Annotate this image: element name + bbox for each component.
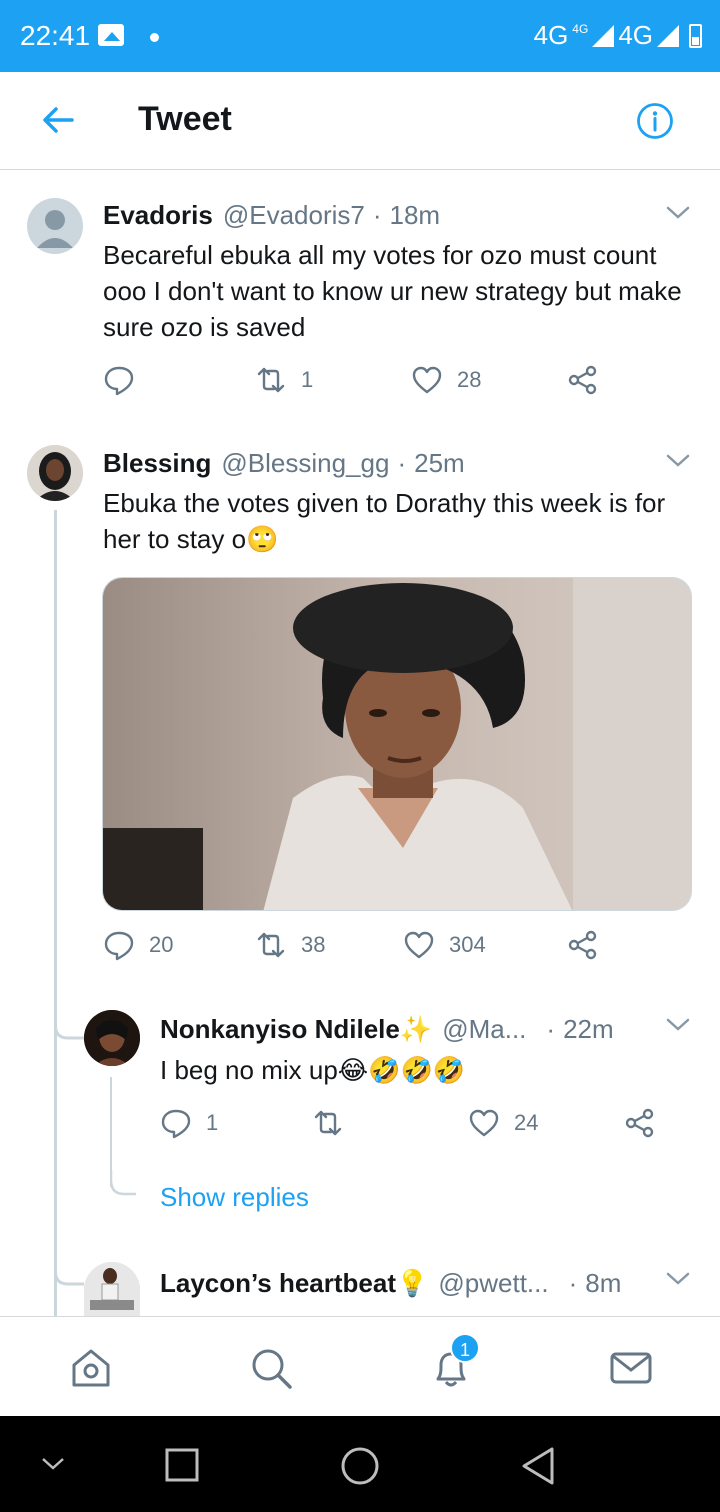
battery-icon xyxy=(689,23,702,48)
heart-icon xyxy=(404,931,434,959)
tweet-actions: 1 24 xyxy=(160,1107,660,1143)
tweet-actions: 1 28 xyxy=(103,364,623,400)
avatar-laycons-heartbeat[interactable] xyxy=(84,1262,140,1316)
display-name[interactable]: Blessing xyxy=(103,448,211,479)
avatar-evadoris[interactable] xyxy=(27,198,83,254)
profile-photo xyxy=(84,1262,140,1316)
network-indicators: 4G 4G 4G xyxy=(534,20,702,51)
tweet-time: 8m xyxy=(585,1268,622,1298)
chevron-down-icon[interactable] xyxy=(666,1272,690,1286)
like-button[interactable]: 304 xyxy=(403,929,486,961)
heart-icon xyxy=(412,366,442,394)
user-handle: @Ma... xyxy=(442,1014,527,1044)
reply-count: 1 xyxy=(206,1110,219,1135)
tweet-media-image[interactable] xyxy=(102,577,692,911)
user-handle: @Evadoris7 xyxy=(222,200,365,230)
display-name[interactable]: Evadoris xyxy=(103,200,213,231)
share-button[interactable] xyxy=(567,364,599,396)
share-icon xyxy=(625,1108,654,1138)
avatar-nonkanyiso[interactable] xyxy=(84,1010,140,1066)
like-count: 304 xyxy=(449,932,486,957)
show-replies-link[interactable]: Show replies xyxy=(160,1182,309,1213)
profile-photo xyxy=(27,445,83,501)
tweet-text: I beg no mix up😂🤣🤣🤣 xyxy=(160,1055,466,1085)
retweet-icon xyxy=(257,932,285,958)
like-button[interactable]: 28 xyxy=(411,364,481,396)
retweet-count: 1 xyxy=(301,367,314,392)
retweet-icon xyxy=(314,1110,342,1136)
tweet-actions: 20 38 304 xyxy=(103,929,623,965)
bottom-navigation: 1 xyxy=(0,1316,720,1416)
gallery-notification-icon xyxy=(98,24,124,46)
separator: · xyxy=(372,200,382,230)
reply-icon xyxy=(104,931,134,961)
chevron-down-icon[interactable] xyxy=(666,1018,690,1032)
tweet-meta: Laycon’s heartbeat💡 @pwett... · 8m xyxy=(160,1268,621,1299)
display-name[interactable]: Laycon’s heartbeat💡 xyxy=(160,1268,428,1299)
home-circle-icon[interactable] xyxy=(340,1446,380,1486)
like-button[interactable]: 24 xyxy=(468,1107,538,1139)
tweet-meta: Blessing @Blessing_gg · 25m xyxy=(103,448,465,479)
user-handle: @pwett... xyxy=(438,1268,549,1298)
notification-badge: 1 xyxy=(450,1333,480,1363)
retweet-button[interactable] xyxy=(312,1107,344,1139)
status-time: 22:41 xyxy=(20,20,91,51)
tweet-time: 22m xyxy=(563,1014,614,1044)
tweet-time: 25m xyxy=(414,448,465,478)
like-count: 28 xyxy=(457,367,482,392)
system-navigation-bar xyxy=(0,1416,720,1512)
thread-line xyxy=(54,510,57,1316)
back-arrow-icon[interactable] xyxy=(38,100,78,140)
profile-photo xyxy=(84,1010,140,1066)
share-icon xyxy=(568,365,597,395)
sub-thread-connector xyxy=(110,1170,136,1196)
page-title: Tweet xyxy=(138,100,232,138)
tweet-header: Tweet xyxy=(0,72,720,170)
chevron-down-icon[interactable] xyxy=(666,454,690,468)
info-icon[interactable] xyxy=(636,102,674,140)
network-label-2: 4G xyxy=(618,20,653,50)
default-avatar-icon xyxy=(37,210,73,248)
share-button[interactable] xyxy=(567,929,599,961)
heart-icon xyxy=(469,1109,499,1137)
tweet-text: Ebuka the votes given to Dorathy this we… xyxy=(103,488,666,554)
status-bar: 22:41 4G 4G 4G xyxy=(0,0,720,72)
network-sup-label: 4G xyxy=(572,21,589,36)
reply-button[interactable]: 20 xyxy=(103,929,173,961)
tweet-meta: Nonkanyiso Ndilele✨ @Ma... · 22m xyxy=(160,1014,614,1045)
reply-button[interactable] xyxy=(103,364,149,396)
tweet-meta: Evadoris @Evadoris7 · 18m xyxy=(103,200,440,231)
chevron-down-icon[interactable] xyxy=(40,1456,66,1472)
separator: · xyxy=(568,1268,578,1298)
home-icon[interactable] xyxy=(68,1345,114,1391)
messages-icon[interactable] xyxy=(608,1345,654,1391)
share-button[interactable] xyxy=(624,1107,656,1139)
network-label: 4G xyxy=(533,20,569,50)
search-icon[interactable] xyxy=(248,1345,294,1391)
notification-dot-icon xyxy=(150,33,159,42)
separator: · xyxy=(546,1014,556,1044)
retweet-button[interactable]: 1 xyxy=(255,364,313,396)
avatar-blessing[interactable] xyxy=(27,445,83,501)
signal-icon-2 xyxy=(657,24,679,47)
separator: · xyxy=(397,448,407,478)
tweet-time: 18m xyxy=(389,200,441,230)
retweet-icon xyxy=(257,367,285,393)
user-handle: @Blessing_gg xyxy=(221,448,390,478)
signal-icon xyxy=(592,24,615,47)
reply-button[interactable]: 1 xyxy=(160,1107,218,1139)
recent-apps-icon[interactable] xyxy=(165,1448,199,1482)
share-icon xyxy=(568,930,597,960)
display-name[interactable]: Nonkanyiso Ndilele✨ xyxy=(160,1014,432,1045)
like-count: 24 xyxy=(514,1110,539,1135)
retweet-count: 38 xyxy=(301,932,326,957)
reply-count: 20 xyxy=(149,932,174,957)
reply-icon xyxy=(104,366,134,396)
woman-photo xyxy=(103,578,691,910)
retweet-button[interactable]: 38 xyxy=(255,929,325,961)
chevron-down-icon[interactable] xyxy=(666,206,690,220)
back-triangle-icon[interactable] xyxy=(520,1446,556,1486)
tweet-text: Becareful ebuka all my votes for ozo mus… xyxy=(103,240,682,342)
reply-icon xyxy=(161,1109,191,1139)
